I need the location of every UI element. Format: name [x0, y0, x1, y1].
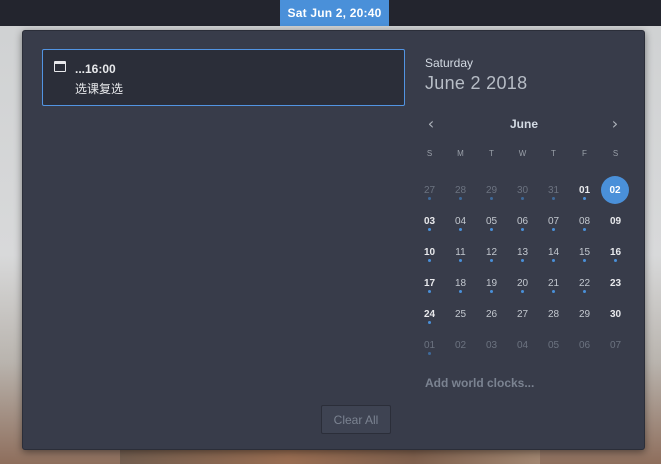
calendar-day[interactable]: 07	[600, 330, 631, 361]
event-indicator-dot	[521, 197, 524, 200]
event-indicator-dot	[614, 259, 617, 262]
clear-all-button[interactable]: Clear All	[321, 405, 391, 434]
event-indicator-dot	[459, 228, 462, 231]
calendar-day[interactable]: 21	[538, 268, 569, 299]
event-indicator-dot	[552, 228, 555, 231]
day-name: Saturday	[425, 56, 474, 70]
calendar-day[interactable]: 18	[445, 268, 476, 299]
calendar-day[interactable]: 17	[414, 268, 445, 299]
weekday-label: M	[457, 149, 464, 158]
add-world-clocks-link[interactable]: Add world clocks...	[425, 376, 534, 390]
calendar-day[interactable]: 05	[476, 206, 507, 237]
calendar-day[interactable]: 09	[600, 206, 631, 237]
previous-month-button[interactable]: ‹	[422, 115, 440, 133]
calendar-day[interactable]: 28	[538, 299, 569, 330]
calendar-day[interactable]: 31	[538, 175, 569, 206]
calendar-day[interactable]: 20	[507, 268, 538, 299]
weekday-label: T	[551, 149, 556, 158]
event-indicator-dot	[459, 259, 462, 262]
weekday-label: S	[612, 149, 619, 158]
calendar-day[interactable]: 28	[445, 175, 476, 206]
calendar-day[interactable]: 05	[538, 330, 569, 361]
event-indicator-dot	[459, 197, 462, 200]
calendar-day[interactable]: 25	[445, 299, 476, 330]
calendar-day[interactable]: 14	[538, 237, 569, 268]
calendar-day[interactable]: 01	[414, 330, 445, 361]
top-bar: Sat Jun 2, 20:40	[0, 0, 661, 26]
calendar-day[interactable]: 27	[414, 175, 445, 206]
calendar-day-today[interactable]: 02	[601, 176, 629, 204]
calendar-day[interactable]: 13	[507, 237, 538, 268]
event-indicator-dot	[428, 290, 431, 293]
calendar-day[interactable]: 10	[414, 237, 445, 268]
chevron-left-icon: ‹	[427, 114, 435, 133]
calendar-day[interactable]: 30	[600, 299, 631, 330]
event-indicator-dot	[490, 228, 493, 231]
calendar-day[interactable]: 04	[445, 206, 476, 237]
event-indicator-dot	[552, 290, 555, 293]
event-indicator-dot	[490, 290, 493, 293]
calendar-day[interactable]: 26	[476, 299, 507, 330]
event-indicator-dot	[583, 228, 586, 231]
event-indicator-dot	[428, 228, 431, 231]
calendar-grid: 27 28 29 30 31 01 02 03 04 05 06 07 08 09 10 11 12 13 14 15…	[414, 175, 631, 361]
next-month-button[interactable]: ›	[606, 115, 624, 133]
month-label: June	[509, 117, 538, 131]
event-indicator-dot	[428, 321, 431, 324]
notification-item[interactable]: ...16:00 选课复选	[42, 49, 405, 106]
event-indicator-dot	[490, 197, 493, 200]
calendar-day[interactable]: 07	[538, 206, 569, 237]
event-indicator-dot	[521, 290, 524, 293]
calendar-popover: ...16:00 选课复选 Clear All Saturday June 2 …	[22, 30, 645, 450]
event-indicator-dot	[490, 259, 493, 262]
calendar-day[interactable]: 06	[507, 206, 538, 237]
calendar-day[interactable]: 03	[476, 330, 507, 361]
event-indicator-dot	[552, 259, 555, 262]
event-indicator-dot	[583, 259, 586, 262]
calendar-day[interactable]: 01	[569, 175, 600, 206]
chevron-right-icon: ›	[611, 114, 619, 133]
event-indicator-dot	[459, 290, 462, 293]
calendar-day[interactable]: 12	[476, 237, 507, 268]
weekday-label: T	[489, 149, 494, 158]
calendar-day[interactable]: 16	[600, 237, 631, 268]
full-date[interactable]: June 2 2018	[425, 73, 527, 94]
weekday-label: F	[582, 149, 587, 158]
notification-title: ...16:00	[75, 62, 116, 76]
calendar-day[interactable]: 02	[445, 330, 476, 361]
event-indicator-dot	[552, 197, 555, 200]
calendar-icon	[54, 61, 66, 72]
calendar-day[interactable]: 30	[507, 175, 538, 206]
event-indicator-dot	[583, 290, 586, 293]
calendar-day[interactable]: 04	[507, 330, 538, 361]
calendar-day[interactable]: 29	[476, 175, 507, 206]
event-indicator-dot	[428, 352, 431, 355]
event-indicator-dot	[521, 228, 524, 231]
weekday-header: SMTWTFS	[414, 149, 631, 161]
calendar-day[interactable]: 27	[507, 299, 538, 330]
calendar-day[interactable]: 15	[569, 237, 600, 268]
calendar-day[interactable]: 23	[600, 268, 631, 299]
calendar-day[interactable]: 19	[476, 268, 507, 299]
calendar-day[interactable]: 06	[569, 330, 600, 361]
calendar-day[interactable]: 29	[569, 299, 600, 330]
calendar-day[interactable]: 22	[569, 268, 600, 299]
event-indicator-dot	[521, 259, 524, 262]
event-indicator-dot	[428, 259, 431, 262]
weekday-label: W	[518, 149, 527, 158]
event-indicator-dot	[583, 197, 586, 200]
weekday-label: S	[426, 149, 433, 158]
calendar-day[interactable]: 08	[569, 206, 600, 237]
notification-body: 选课复选	[75, 82, 124, 96]
clock-button[interactable]: Sat Jun 2, 20:40	[280, 0, 389, 26]
calendar-day[interactable]: 24	[414, 299, 445, 330]
event-indicator-dot	[428, 197, 431, 200]
calendar-day[interactable]: 11	[445, 237, 476, 268]
calendar-day[interactable]: 03	[414, 206, 445, 237]
